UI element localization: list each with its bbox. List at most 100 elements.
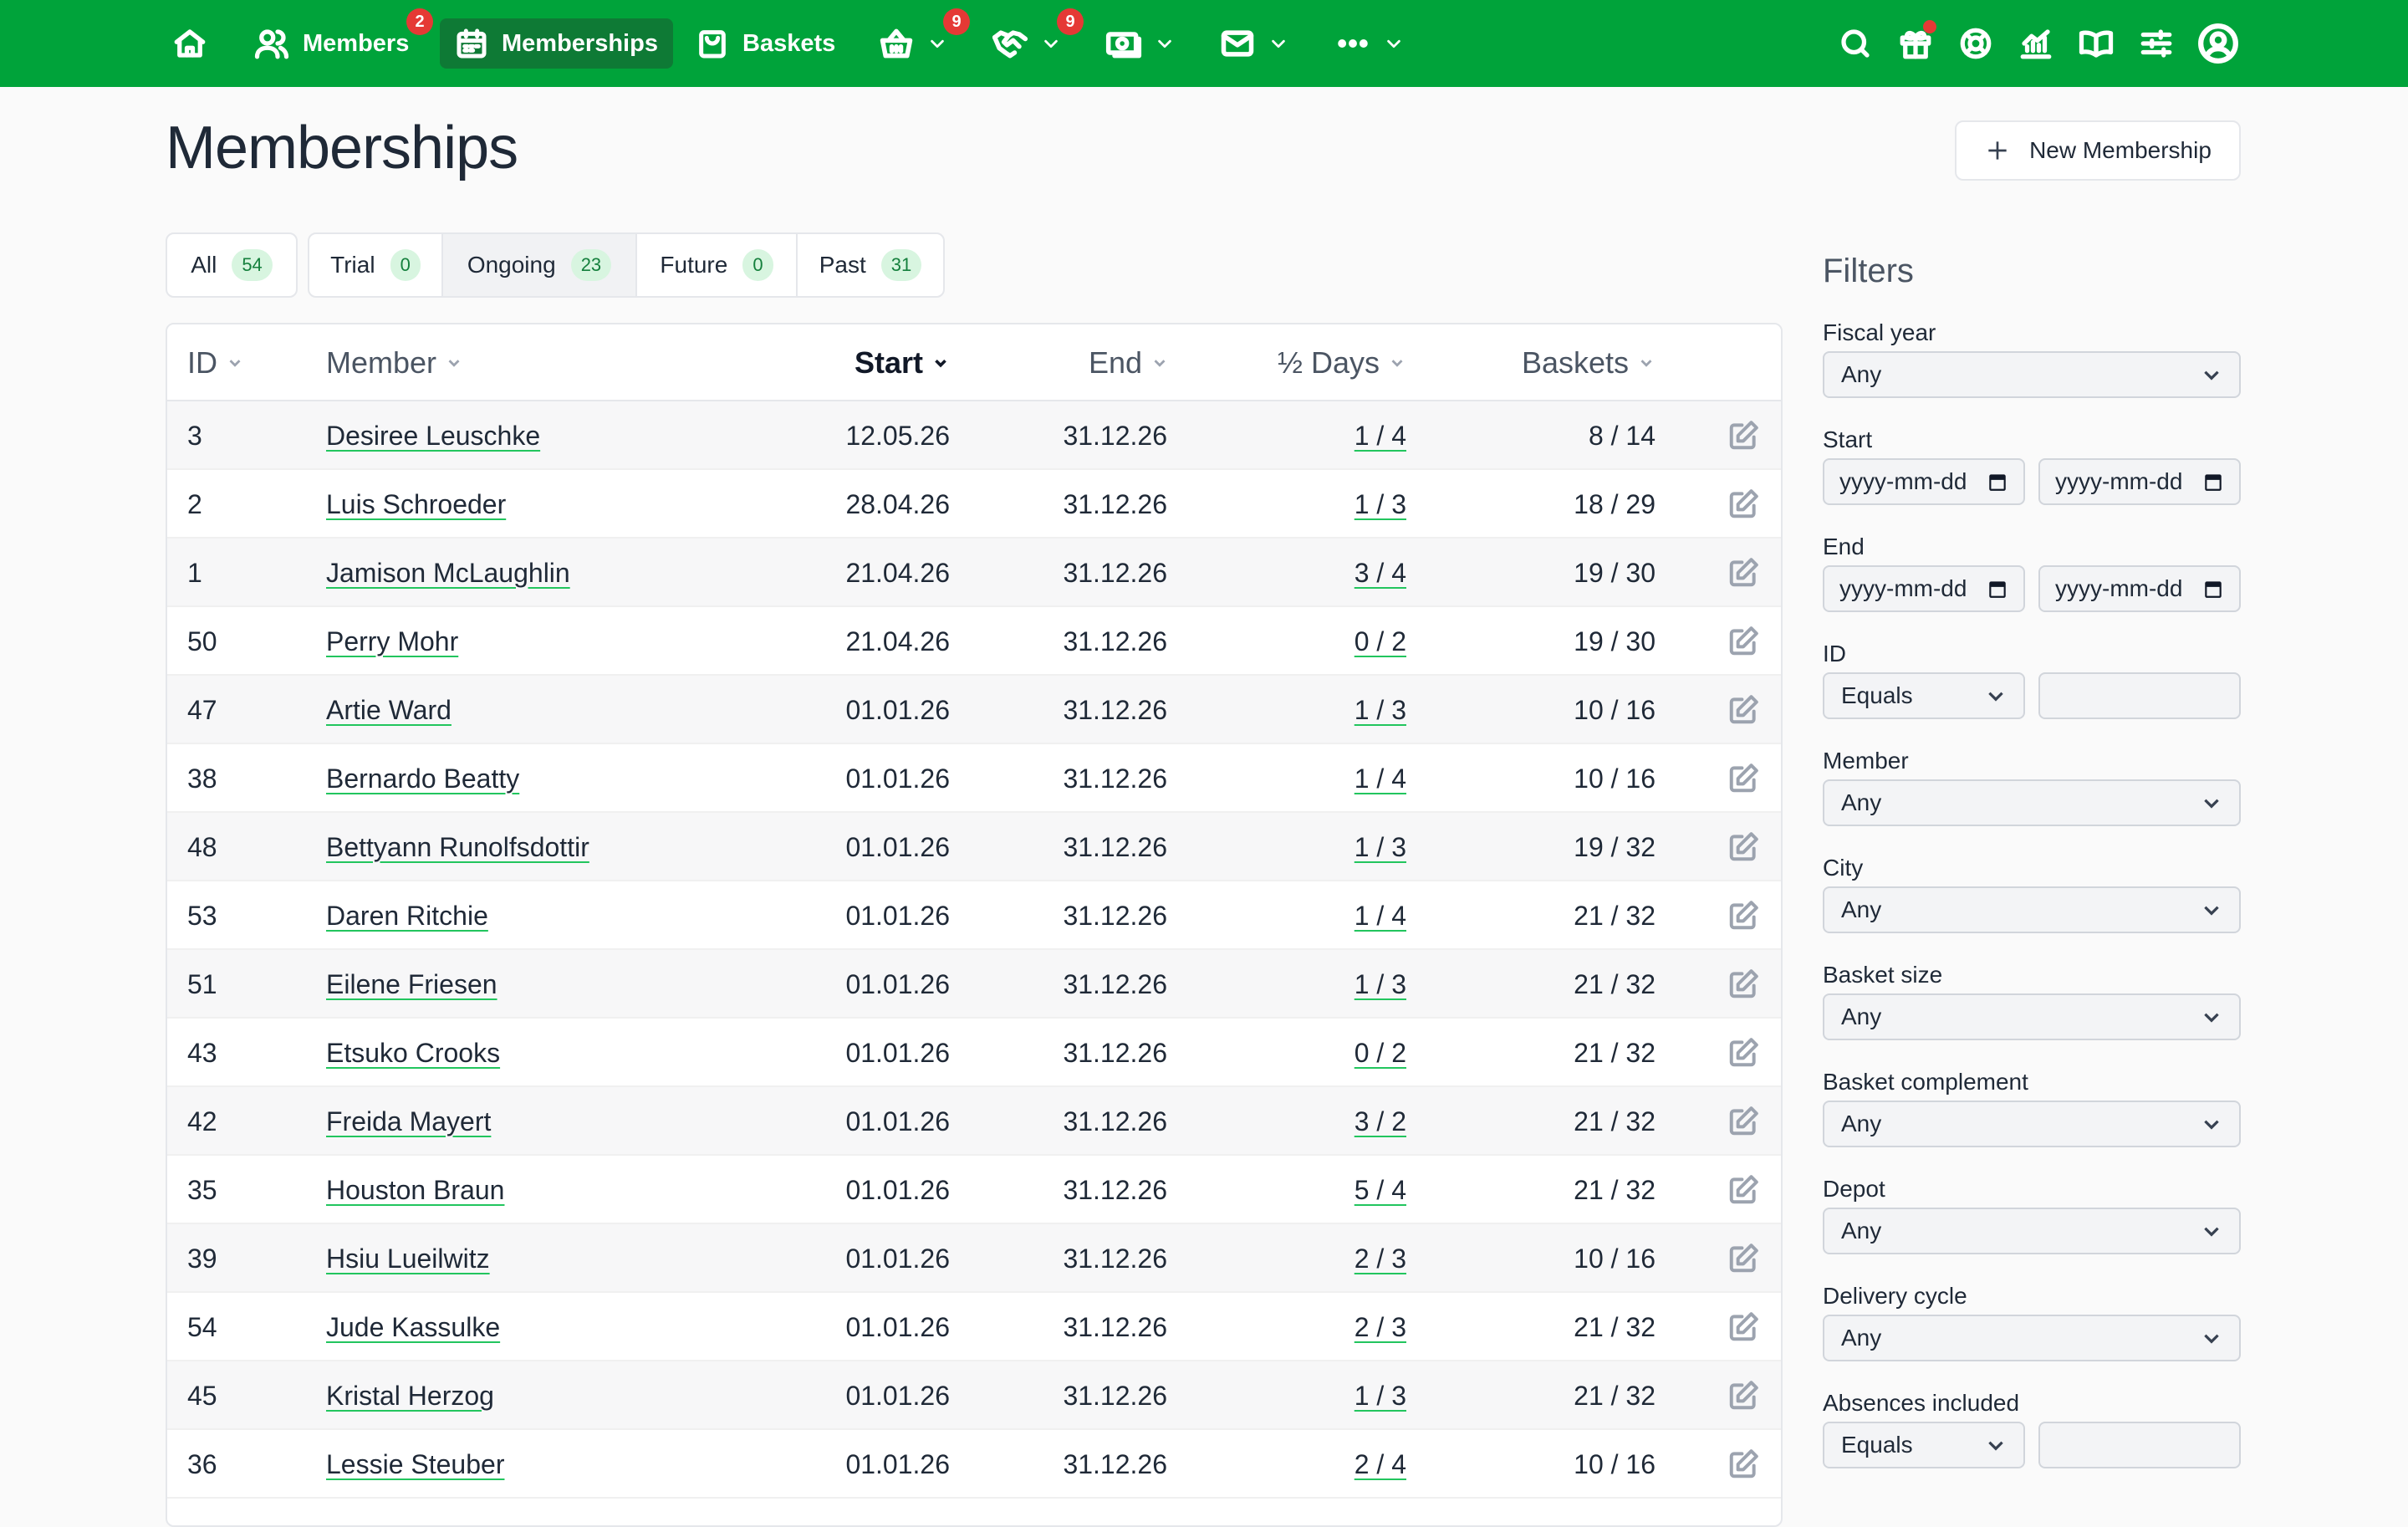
column-header-start[interactable]: Start (855, 324, 950, 401)
shop-menu[interactable] (878, 18, 946, 69)
more-menu[interactable] (1334, 18, 1403, 69)
delivery-cycle-select[interactable]: Any (1823, 1315, 2241, 1361)
baskets-cell: 10 / 16 (1574, 763, 1656, 794)
memberships-nav-item[interactable]: Memberships (440, 18, 673, 69)
half-days-link[interactable]: 3 / 4 (1354, 558, 1406, 589)
member-link[interactable]: Houston Braun (326, 1175, 504, 1206)
end-cell: 31.12.26 (1063, 900, 1167, 931)
member-link[interactable]: Freida Mayert (326, 1106, 491, 1137)
half-days-link[interactable]: 1 / 4 (1354, 421, 1406, 452)
member-link[interactable]: Hsiu Lueilwitz (326, 1244, 490, 1274)
column-header-baskets[interactable]: Baskets (1522, 324, 1656, 401)
member-link[interactable]: Bettyann Runolfsdottir (326, 832, 589, 863)
edit-button[interactable] (1727, 1293, 1759, 1361)
half-days-link[interactable]: 1 / 3 (1354, 969, 1406, 1000)
end-to-date-input[interactable]: yyyy-mm-dd (2038, 565, 2241, 612)
edit-button[interactable] (1727, 676, 1759, 744)
city-select[interactable]: Any (1823, 886, 2241, 933)
absences-value-input[interactable] (2038, 1422, 2241, 1468)
column-header-half-days[interactable]: ½ Days (1278, 324, 1406, 401)
search-button[interactable] (1838, 18, 1873, 69)
scope-future-tab[interactable]: Future 0 (637, 234, 798, 296)
half-days-link[interactable]: 0 / 2 (1354, 1038, 1406, 1069)
settings-button[interactable] (2139, 18, 2174, 69)
scope-trial-tab[interactable]: Trial 0 (309, 234, 443, 296)
edit-button[interactable] (1727, 744, 1759, 813)
start-cell: 01.01.26 (845, 831, 950, 862)
member-link[interactable]: Perry Mohr (326, 626, 458, 657)
basket-size-select[interactable]: Any (1823, 993, 2241, 1040)
edit-button[interactable] (1727, 813, 1759, 881)
start-cell: 01.01.26 (845, 1380, 950, 1411)
edit-button[interactable] (1727, 1224, 1759, 1293)
half-days-link[interactable]: 1 / 3 (1354, 489, 1406, 520)
date-placeholder: yyyy-mm-dd (2055, 468, 2183, 494)
member-link[interactable]: Kristal Herzog (326, 1381, 494, 1412)
half-days-link[interactable]: 2 / 3 (1354, 1244, 1406, 1274)
end-from-date-input[interactable]: yyyy-mm-dd (1823, 565, 2025, 612)
edit-button[interactable] (1727, 950, 1759, 1019)
stats-button[interactable] (2018, 18, 2053, 69)
start-to-date-input[interactable]: yyyy-mm-dd (2038, 458, 2241, 505)
scope-all-tab[interactable]: All 54 (166, 232, 298, 298)
half-days-link[interactable]: 1 / 4 (1354, 901, 1406, 932)
half-days-link[interactable]: 3 / 2 (1354, 1106, 1406, 1137)
member-link[interactable]: Eilene Friesen (326, 969, 497, 1000)
edit-button[interactable] (1727, 881, 1759, 950)
column-header-end[interactable]: End (1089, 324, 1169, 401)
half-days-link[interactable]: 1 / 4 (1354, 764, 1406, 794)
half-days-link[interactable]: 5 / 4 (1354, 1175, 1406, 1206)
activity-menu[interactable] (992, 18, 1060, 69)
edit-button[interactable] (1727, 1361, 1759, 1430)
scope-past-tab[interactable]: Past 31 (798, 234, 943, 296)
edit-button[interactable] (1727, 607, 1759, 676)
members-nav-item[interactable]: Members (254, 18, 409, 69)
member-link[interactable]: Luis Schroeder (326, 489, 506, 520)
scope-ongoing-tab[interactable]: Ongoing 23 (443, 234, 637, 296)
edit-button[interactable] (1727, 1430, 1759, 1499)
column-header-id[interactable]: ID (187, 324, 244, 401)
home-icon (174, 29, 206, 58)
half-days-link[interactable]: 2 / 3 (1354, 1312, 1406, 1343)
member-link[interactable]: Etsuko Crooks (326, 1038, 500, 1069)
billing-menu[interactable] (1105, 18, 1174, 69)
edit-button[interactable] (1727, 470, 1759, 539)
depot-select[interactable]: Any (1823, 1208, 2241, 1254)
member-link[interactable]: Lessie Steuber (326, 1449, 504, 1480)
member-link[interactable]: Artie Ward (326, 695, 452, 726)
edit-button[interactable] (1727, 401, 1759, 470)
basket-complement-select[interactable]: Any (1823, 1101, 2241, 1147)
new-membership-button[interactable]: New Membership (1955, 120, 2241, 181)
half-days-link[interactable]: 1 / 3 (1354, 695, 1406, 726)
mail-menu[interactable] (1219, 18, 1288, 69)
edit-button[interactable] (1727, 1019, 1759, 1087)
edit-icon (1729, 832, 1758, 861)
id-value-input[interactable] (2038, 672, 2241, 719)
edit-button[interactable] (1727, 539, 1759, 607)
half-days-link[interactable]: 1 / 3 (1354, 1381, 1406, 1412)
absences-operator-select[interactable]: Equals (1823, 1422, 2025, 1468)
handbook-button[interactable] (2079, 18, 2114, 69)
edit-button[interactable] (1727, 1156, 1759, 1224)
member-link[interactable]: Jamison McLaughlin (326, 558, 570, 589)
home-nav-button[interactable] (172, 18, 207, 69)
member-link[interactable]: Daren Ritchie (326, 901, 488, 932)
edit-button[interactable] (1727, 1087, 1759, 1156)
start-from-date-input[interactable]: yyyy-mm-dd (1823, 458, 2025, 505)
member-select[interactable]: Any (1823, 779, 2241, 826)
scope-count-badge: 23 (570, 249, 612, 281)
member-link[interactable]: Desiree Leuschke (326, 421, 540, 452)
account-button[interactable] (2197, 18, 2239, 69)
column-header-member[interactable]: Member (326, 324, 463, 401)
baskets-nav-item[interactable]: Baskets (696, 18, 835, 69)
member-cell: Luis Schroeder (326, 470, 506, 539)
member-link[interactable]: Jude Kassulke (326, 1312, 500, 1343)
support-button[interactable] (1958, 18, 1993, 69)
absences-operator-value: Equals (1841, 1432, 1913, 1458)
half-days-link[interactable]: 2 / 4 (1354, 1449, 1406, 1480)
id-operator-select[interactable]: Equals (1823, 672, 2025, 719)
half-days-link[interactable]: 1 / 3 (1354, 832, 1406, 863)
half-days-link[interactable]: 0 / 2 (1354, 626, 1406, 657)
member-link[interactable]: Bernardo Beatty (326, 764, 519, 794)
fiscal-year-select[interactable]: Any (1823, 351, 2241, 398)
